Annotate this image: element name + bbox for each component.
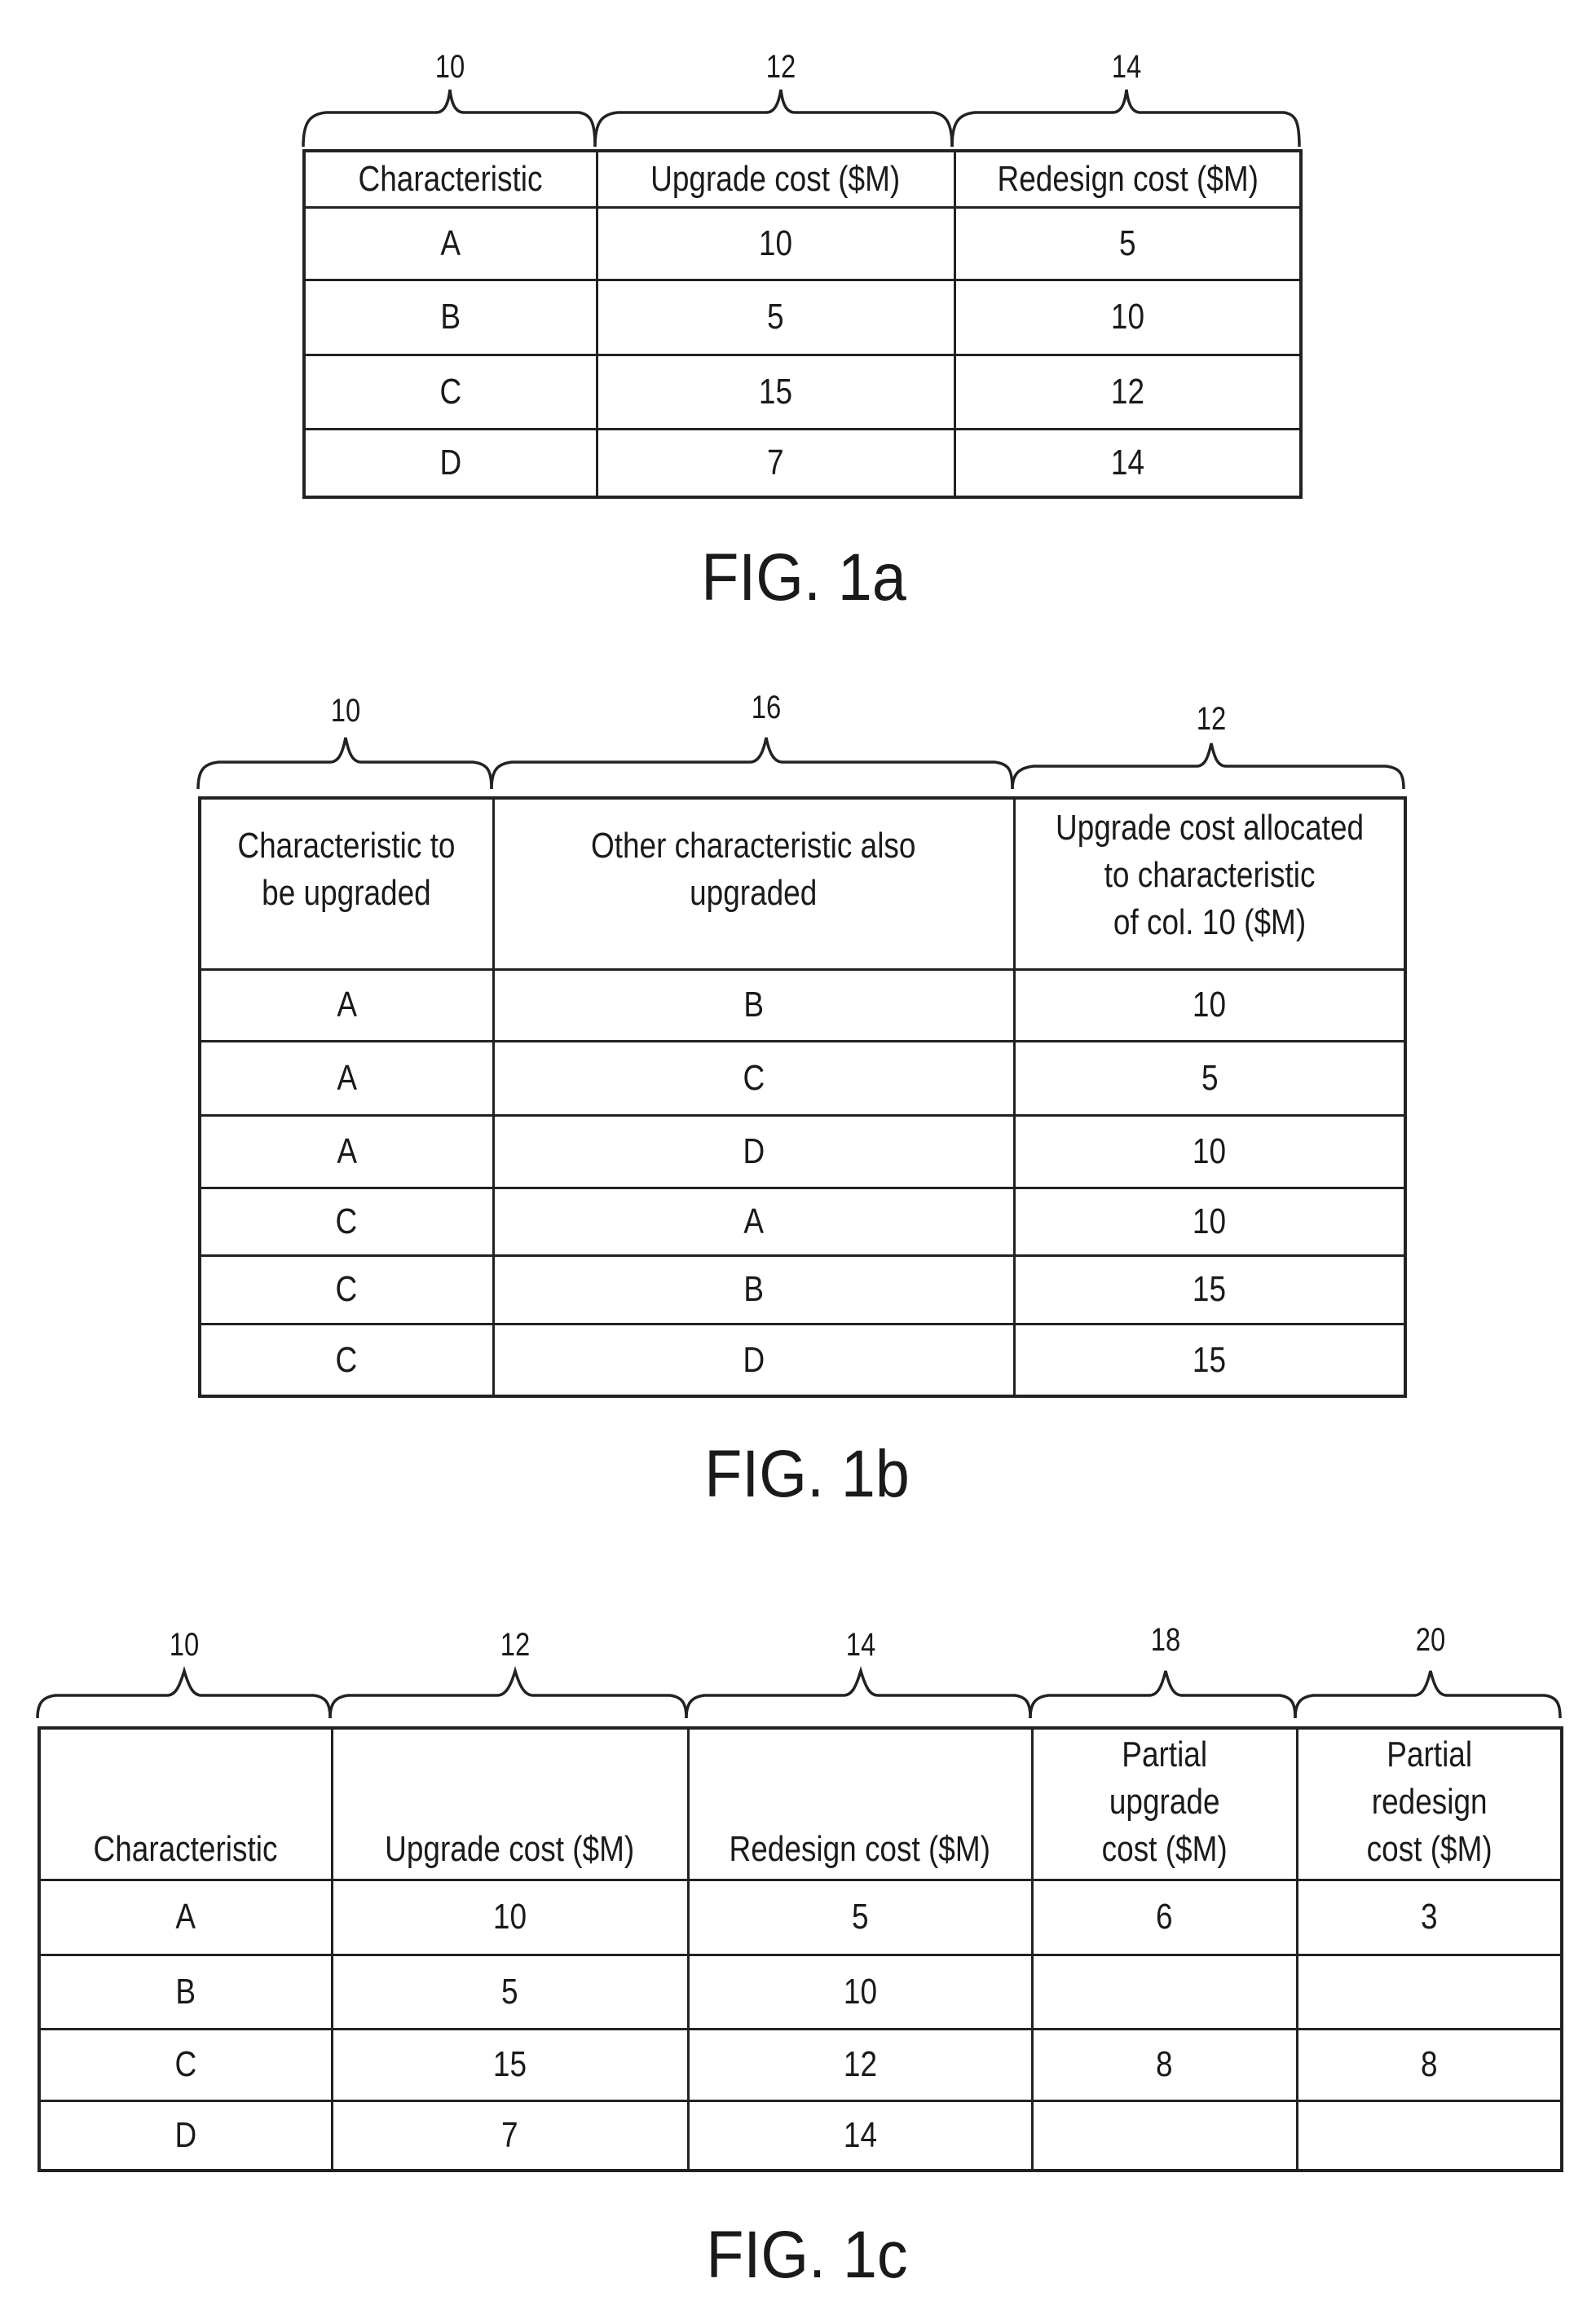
brace bbox=[1294, 1670, 1562, 1719]
table-cell: 8 bbox=[1295, 2027, 1563, 2102]
table-cell: 7 bbox=[330, 2099, 690, 2172]
cost-table-1c: Characteristic Upgrade cost ($M) Redesig… bbox=[37, 1726, 1563, 2172]
table-cell: B bbox=[37, 1953, 333, 2030]
table-row: A 10 5 6 3 bbox=[37, 1878, 1563, 1956]
table-cell: 12 bbox=[686, 2027, 1034, 2102]
table-cell: 14 bbox=[686, 2099, 1034, 2172]
table-row: C 15 12 8 8 bbox=[37, 2027, 1563, 2102]
table-cell: A bbox=[37, 1878, 333, 1956]
table-cell bbox=[1030, 1953, 1298, 2030]
table-cell: 3 bbox=[1295, 1878, 1563, 1956]
table-cell: 8 bbox=[1030, 2027, 1298, 2102]
table-cell: 6 bbox=[1030, 1878, 1298, 1956]
brace bbox=[685, 1665, 1032, 1719]
table-cell bbox=[1030, 2099, 1298, 2172]
table-cell bbox=[1295, 1953, 1563, 2030]
table-row: D 7 14 bbox=[37, 2099, 1563, 2172]
table-cell: 10 bbox=[330, 1878, 690, 1956]
brace bbox=[328, 1665, 688, 1719]
table-cell: 15 bbox=[330, 2027, 690, 2102]
table-cell bbox=[1295, 2099, 1563, 2172]
header-cell: Partial redesign cost ($M) bbox=[1295, 1726, 1563, 1881]
table-cell: 5 bbox=[330, 1953, 690, 2030]
table-cell: 5 bbox=[686, 1878, 1034, 1956]
header-cell: Redesign cost ($M) bbox=[686, 1726, 1034, 1881]
table-header-row: Characteristic Upgrade cost ($M) Redesig… bbox=[37, 1726, 1563, 1881]
table-cell: C bbox=[37, 2027, 333, 2102]
column-braces bbox=[36, 1665, 1562, 1719]
table-cell: 10 bbox=[686, 1953, 1034, 2030]
brace bbox=[1029, 1670, 1297, 1719]
header-cell: Upgrade cost ($M) bbox=[330, 1726, 690, 1881]
header-cell: Characteristic bbox=[37, 1726, 333, 1881]
brace bbox=[36, 1665, 332, 1719]
figure-caption: FIG. 1c bbox=[706, 2218, 908, 2292]
table-row: B 5 10 bbox=[37, 1953, 1563, 2030]
table-cell: D bbox=[37, 2099, 333, 2172]
header-cell: Partial upgrade cost ($M) bbox=[1030, 1726, 1298, 1881]
